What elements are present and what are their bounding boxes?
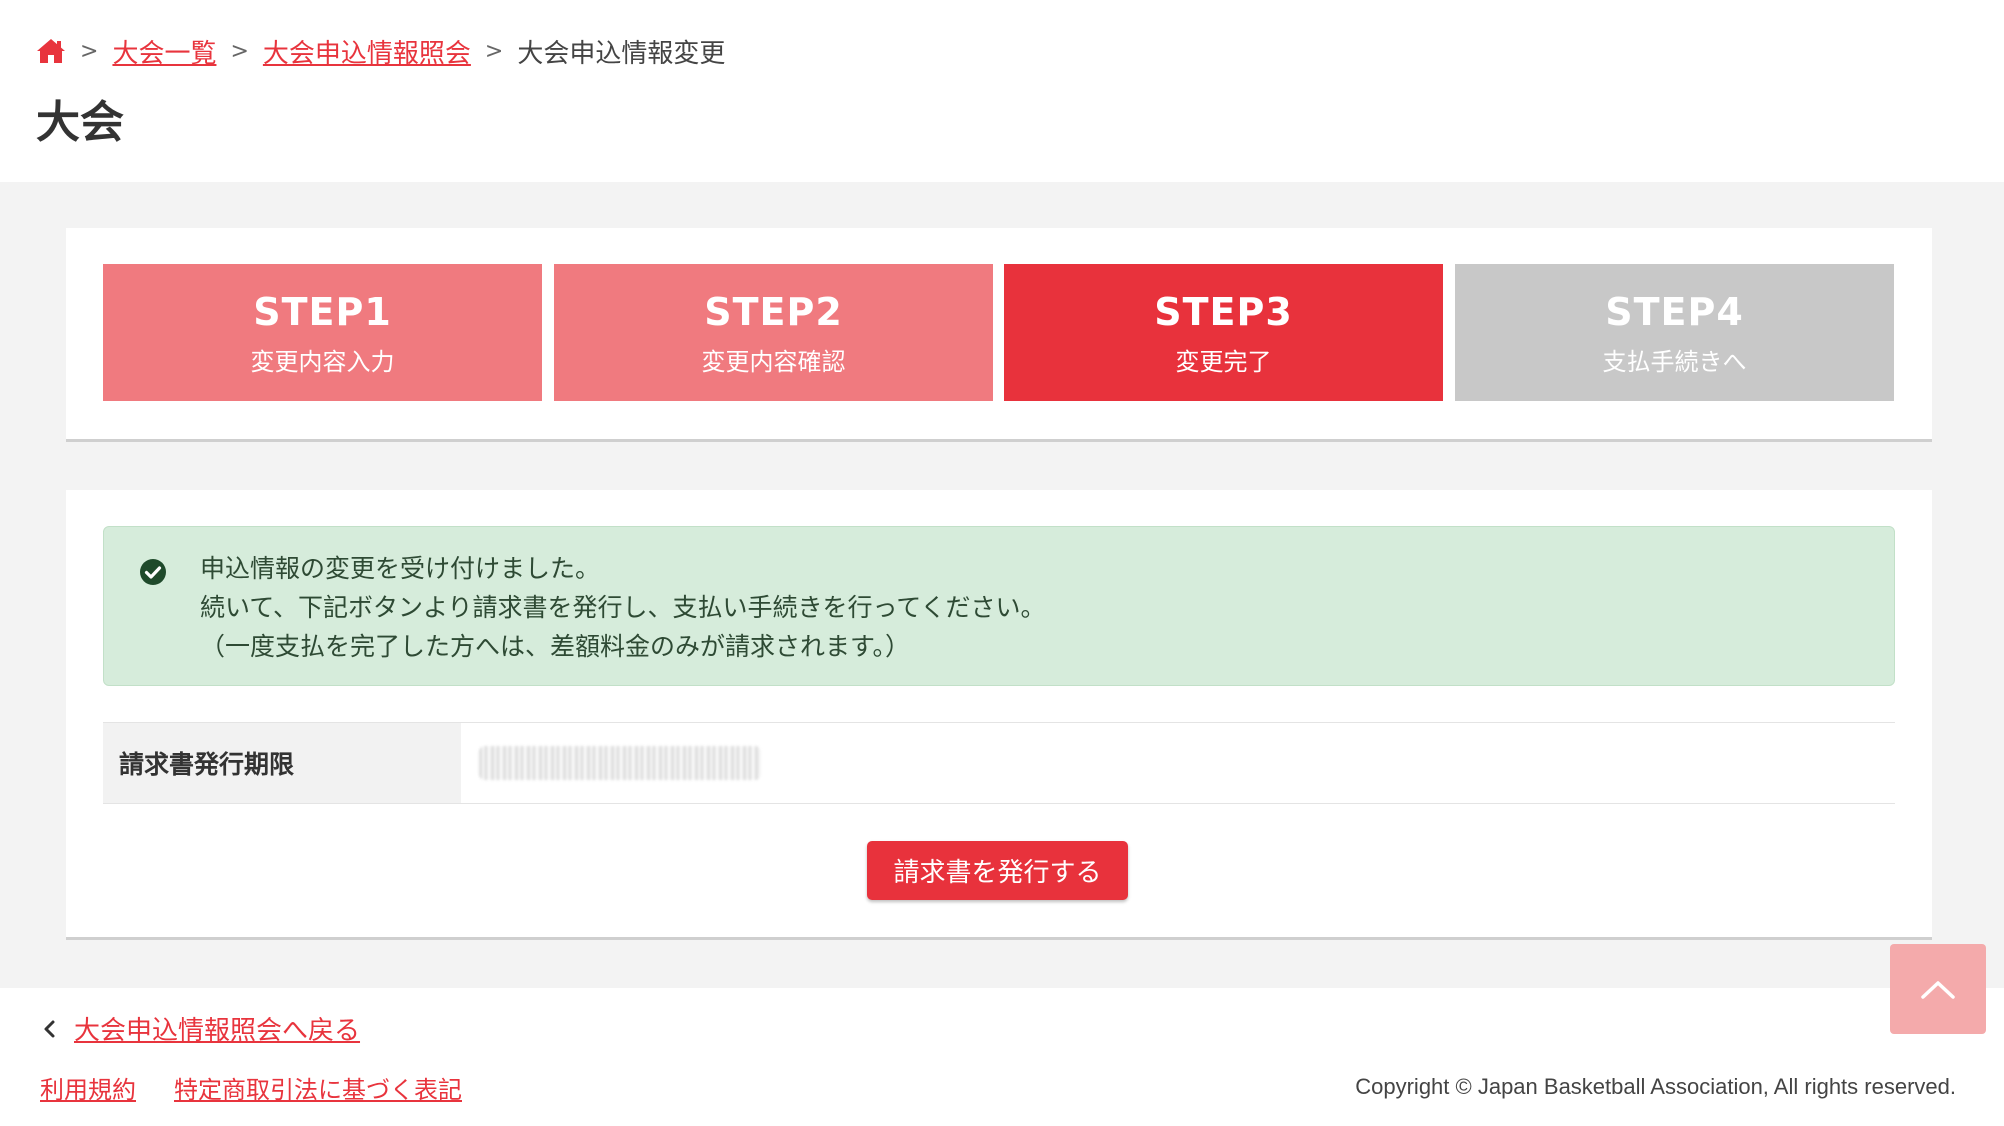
- step-number: STEP4: [1605, 290, 1744, 334]
- alert-line: 続いて、下記ボタンより請求書を発行し、支払い手続きを行ってください。: [200, 593, 1046, 622]
- step-4: STEP4 支払手続きへ: [1455, 264, 1894, 401]
- copyright: Copyright © Japan Basketball Association…: [1355, 1074, 1956, 1099]
- invoice-deadline-row: 請求書発行期限: [103, 722, 1895, 804]
- step-label: 変更完了: [1175, 348, 1272, 376]
- completion-card: 申込情報の変更を受け付けました。 続いて、下記ボタンより請求書を発行し、支払い手…: [66, 490, 1932, 940]
- invoice-deadline-label: 請求書発行期限: [103, 723, 461, 803]
- terms-link[interactable]: 利用規約: [40, 1070, 136, 1105]
- page-title: 大会: [36, 97, 124, 148]
- step-label: 支払手続きへ: [1602, 348, 1747, 376]
- step-label: 変更内容入力: [250, 348, 395, 376]
- breadcrumb-link-competition-list[interactable]: 大会一覧: [112, 33, 216, 70]
- back-to-entry-inquiry-link[interactable]: 大会申込情報照会へ戻る: [74, 1010, 360, 1047]
- alert-message: 申込情報の変更を受け付けました。 続いて、下記ボタンより請求書を発行し、支払い手…: [200, 549, 1046, 666]
- chevron-up-icon: [1921, 981, 1955, 999]
- chevron-right-icon: >: [80, 38, 99, 64]
- issue-invoice-button[interactable]: 請求書を発行する: [867, 841, 1128, 900]
- alert-line: 申込情報の変更を受け付けました。: [200, 554, 601, 583]
- step-label: 変更内容確認: [701, 348, 846, 376]
- check-circle-icon: [138, 557, 168, 587]
- scroll-to-top-button[interactable]: [1890, 944, 1986, 1034]
- step-number: STEP1: [253, 290, 392, 334]
- step-1: STEP1 変更内容入力: [103, 264, 542, 401]
- alert-line: （一度支払を完了した方へは、差額料金のみが請求されます。）: [200, 632, 911, 661]
- step-number: STEP3: [1154, 290, 1293, 334]
- back-link[interactable]: 大会申込情報照会へ戻る: [40, 1010, 360, 1047]
- footer-links: 利用規約 特定商取引法に基づく表記: [40, 1070, 500, 1105]
- success-alert: 申込情報の変更を受け付けました。 続いて、下記ボタンより請求書を発行し、支払い手…: [103, 526, 1895, 686]
- breadcrumb-current: 大会申込情報変更: [517, 38, 726, 69]
- redacted-value: [479, 746, 761, 780]
- step-2: STEP2 変更内容確認: [554, 264, 993, 401]
- page-header: > 大会一覧 > 大会申込情報照会 > 大会申込情報変更 大会: [0, 0, 2004, 182]
- breadcrumb-link-entry-inquiry[interactable]: 大会申込情報照会: [263, 33, 471, 70]
- chevron-left-icon: [44, 1020, 55, 1037]
- commercial-law-link[interactable]: 特定商取引法に基づく表記: [174, 1070, 462, 1105]
- step-indicator: STEP1 変更内容入力 STEP2 変更内容確認 STEP3 変更完了 STE…: [66, 228, 1932, 442]
- breadcrumb: > 大会一覧 > 大会申込情報照会 > 大会申込情報変更: [36, 33, 726, 70]
- step-number: STEP2: [704, 290, 843, 334]
- step-3: STEP3 変更完了: [1004, 264, 1443, 401]
- invoice-deadline-cell: [461, 723, 1895, 803]
- chevron-right-icon: >: [484, 38, 504, 64]
- chevron-right-icon: >: [230, 38, 249, 64]
- home-icon[interactable]: [36, 37, 66, 65]
